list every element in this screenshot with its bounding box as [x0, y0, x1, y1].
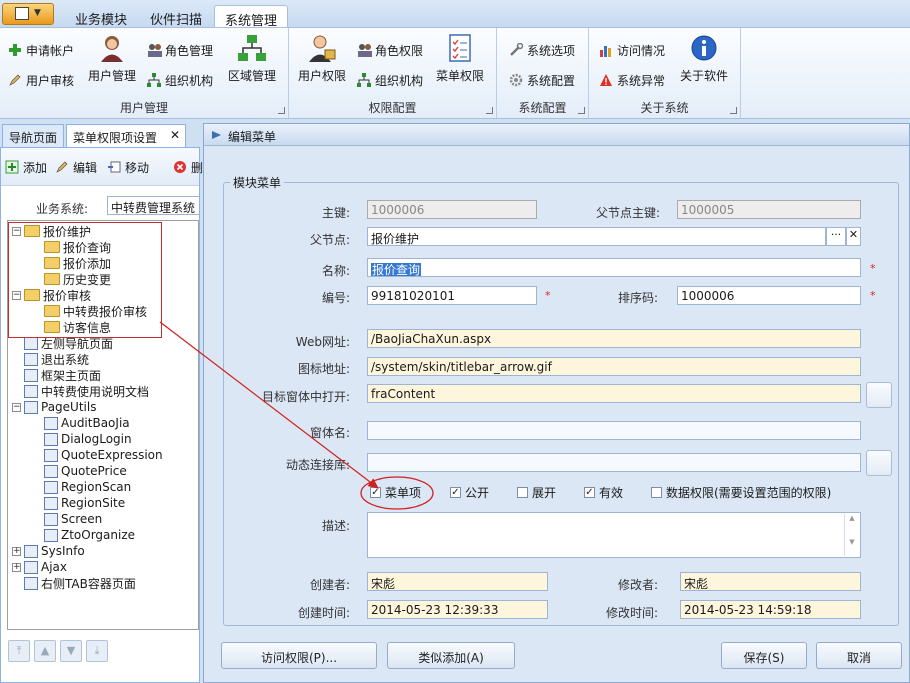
- annotation-arrow: [159, 321, 379, 489]
